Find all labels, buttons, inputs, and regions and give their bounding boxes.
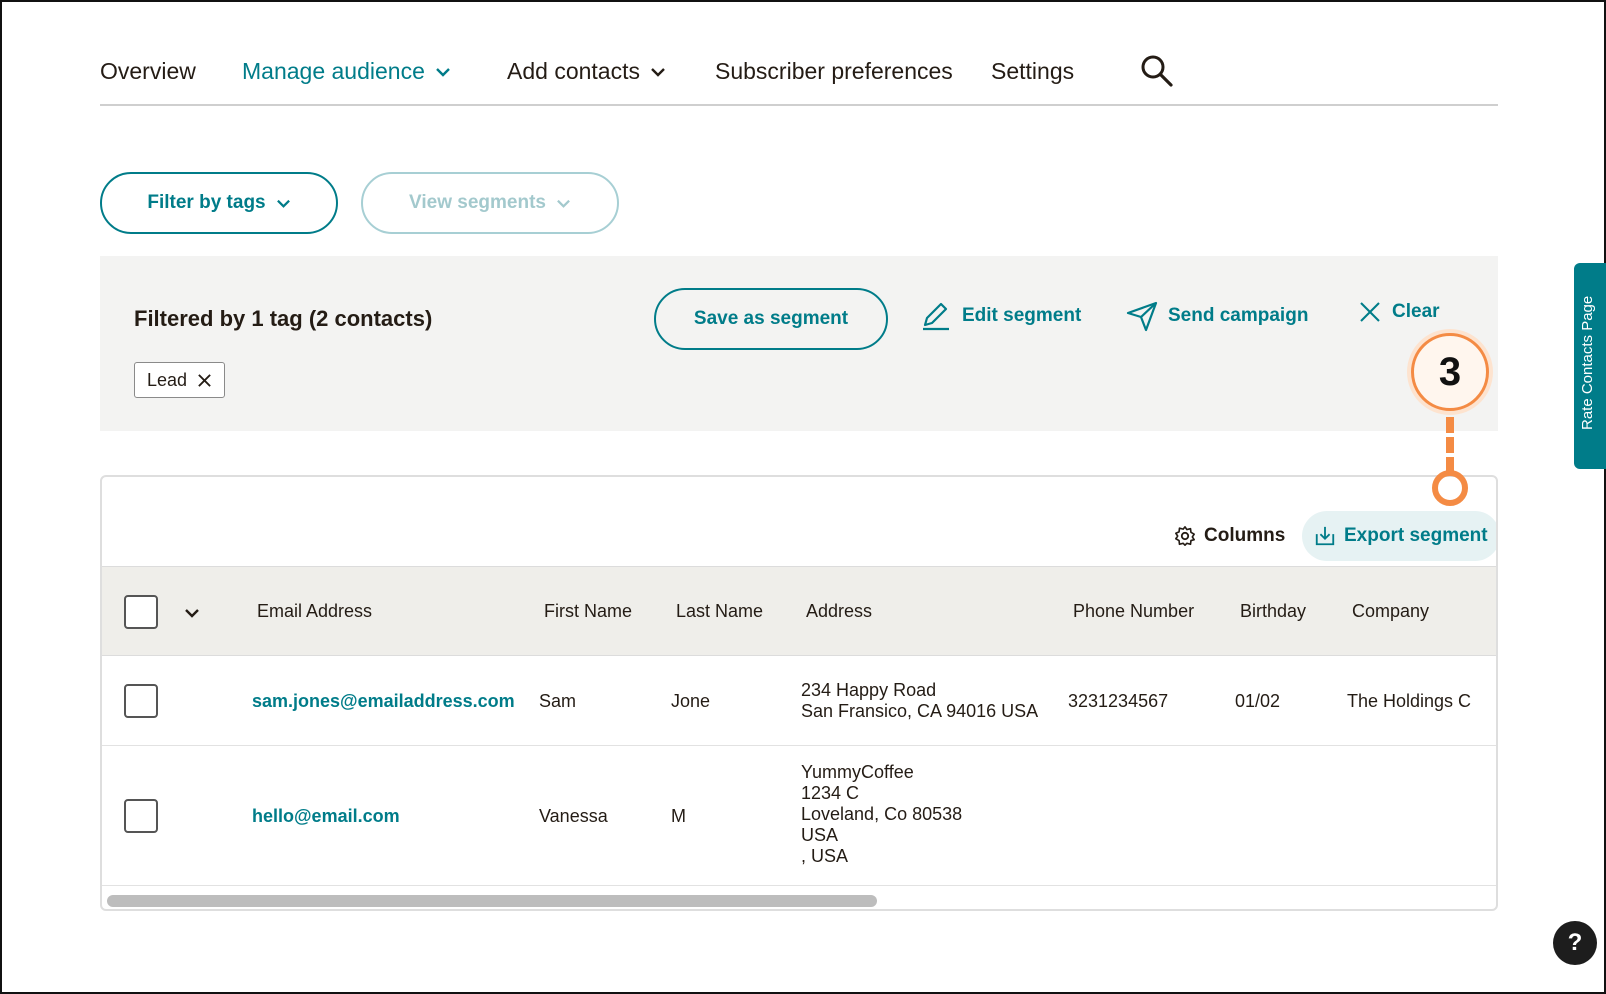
- save-as-segment-button[interactable]: Save as segment: [654, 288, 888, 350]
- chevron-down-icon: [557, 199, 570, 208]
- help-button[interactable]: ?: [1553, 921, 1597, 965]
- edit-segment-button[interactable]: Edit segment: [920, 300, 1081, 332]
- header-last-name[interactable]: Last Name: [676, 601, 763, 622]
- export-segment-button[interactable]: Export segment: [1302, 511, 1496, 561]
- header-phone[interactable]: Phone Number: [1073, 601, 1194, 622]
- close-icon: [1360, 302, 1380, 322]
- tag-chip-label: Lead: [147, 369, 188, 390]
- nav-overview-label: Overview: [100, 58, 196, 84]
- row-email[interactable]: sam.jones@emailaddress.com: [252, 691, 515, 712]
- address-line: , USA: [801, 846, 849, 866]
- nav-subscriber-preferences-label: Subscriber preferences: [715, 58, 953, 84]
- filter-panel: Filtered by 1 tag (2 contacts) Lead Save…: [100, 256, 1498, 431]
- table-header: Email Address First Name Last Name Addre…: [102, 566, 1496, 656]
- header-email[interactable]: Email Address: [257, 601, 372, 622]
- row-checkbox[interactable]: [124, 799, 158, 833]
- header-company[interactable]: Company: [1352, 601, 1429, 622]
- send-icon: [1126, 301, 1158, 332]
- filter-by-tags-label: Filter by tags: [147, 192, 266, 213]
- rate-page-tab-label: Rate Contacts Page: [1579, 295, 1596, 430]
- header-birthday[interactable]: Birthday: [1240, 601, 1306, 622]
- row-checkbox[interactable]: [124, 684, 158, 718]
- row-last-name: Jone: [671, 691, 711, 711]
- save-as-segment-label: Save as segment: [693, 308, 849, 329]
- row-birthday: 01/02: [1235, 691, 1281, 711]
- horizontal-scrollbar[interactable]: [107, 895, 877, 907]
- table-row: sam.jones@emailaddress.com Sam Jone 234 …: [102, 656, 1496, 746]
- row-email[interactable]: hello@email.com: [252, 806, 400, 827]
- chevron-down-icon: [651, 67, 665, 77]
- row-last-name: M: [671, 806, 686, 826]
- row-company: The Holdings C: [1347, 691, 1472, 711]
- step-connector: [1446, 417, 1454, 473]
- chevron-down-icon: [276, 199, 290, 208]
- row-first-name: Vanessa: [539, 806, 608, 826]
- edit-segment-label: Edit segment: [962, 305, 1082, 326]
- nav-add-contacts[interactable]: Add contacts: [507, 58, 666, 85]
- clear-label: Clear: [1392, 301, 1440, 322]
- close-icon[interactable]: [197, 373, 212, 388]
- nav-settings-label: Settings: [991, 58, 1075, 84]
- step-target-ring: [1432, 470, 1468, 506]
- columns-label: Columns: [1204, 525, 1286, 546]
- header-first-name[interactable]: First Name: [544, 601, 632, 622]
- nav-add-contacts-label: Add contacts: [507, 58, 640, 84]
- row-address: 234 Happy Road San Fransico, CA 94016 US…: [801, 680, 1038, 722]
- address-line: Loveland, Co 80538: [801, 804, 963, 824]
- row-first-name: Sam: [539, 691, 577, 711]
- nav-manage-audience[interactable]: Manage audience: [242, 58, 451, 85]
- columns-button[interactable]: Columns: [1174, 511, 1285, 561]
- search-icon[interactable]: [1140, 54, 1174, 88]
- clear-button[interactable]: Clear: [1358, 300, 1440, 324]
- nav-subscriber-preferences[interactable]: Subscriber preferences: [715, 58, 953, 85]
- export-segment-label: Export segment: [1344, 525, 1488, 546]
- filter-summary: Filtered by 1 tag (2 contacts): [134, 306, 433, 331]
- row-phone: 3231234567: [1068, 691, 1169, 711]
- header-address[interactable]: Address: [806, 601, 872, 622]
- chevron-down-icon: [436, 67, 450, 77]
- download-icon: [1315, 526, 1335, 546]
- gear-icon: [1175, 526, 1195, 546]
- nav-manage-audience-label: Manage audience: [242, 58, 425, 84]
- send-campaign-button[interactable]: Send campaign: [1126, 300, 1308, 332]
- pencil-icon: [923, 302, 949, 331]
- address-line: 1234 C: [801, 783, 860, 803]
- step-number-badge: 3: [1411, 333, 1489, 411]
- row-address: YummyCoffee 1234 C Loveland, Co 80538 US…: [801, 762, 962, 867]
- address-line: 234 Happy Road: [801, 680, 937, 700]
- nav-settings[interactable]: Settings: [991, 58, 1074, 85]
- view-segments-label: View segments: [409, 192, 546, 213]
- send-campaign-label: Send campaign: [1168, 305, 1309, 326]
- address-line: USA: [801, 825, 839, 845]
- contacts-table-card: Columns Export segment Email Address Fir…: [100, 475, 1498, 911]
- top-nav: Overview Manage audience Add contacts Su…: [100, 52, 1498, 106]
- address-line: San Fransico, CA 94016 USA: [801, 701, 1039, 721]
- view-segments-button[interactable]: View segments: [361, 172, 619, 234]
- select-all-checkbox[interactable]: [124, 595, 158, 629]
- tag-chip-lead[interactable]: Lead: [134, 362, 226, 398]
- chevron-down-icon[interactable]: [184, 605, 200, 621]
- nav-overview[interactable]: Overview: [100, 58, 196, 85]
- filter-by-tags-button[interactable]: Filter by tags: [100, 172, 338, 234]
- address-line: YummyCoffee: [801, 762, 914, 782]
- table-row: hello@email.com Vanessa M YummyCoffee 12…: [102, 746, 1496, 886]
